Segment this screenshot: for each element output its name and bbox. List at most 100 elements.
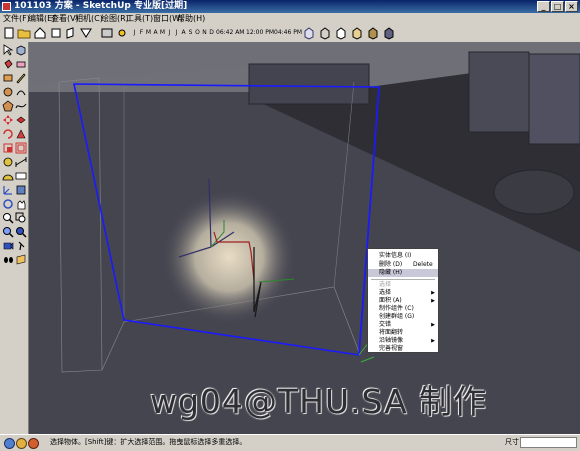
geo-location-icon[interactable] <box>4 438 15 449</box>
submenu-arrow-icon: ▶ <box>431 322 435 328</box>
sketchup-app-icon[interactable] <box>2 2 11 11</box>
month-apr[interactable]: A <box>152 27 159 39</box>
zoom-window-icon[interactable] <box>15 212 27 224</box>
menu-help[interactable]: 帮助(H) <box>177 13 205 24</box>
hidden-line-style-icon[interactable] <box>334 26 348 40</box>
component-icon[interactable] <box>15 44 27 56</box>
select-arrow-icon[interactable] <box>2 44 14 56</box>
context-menu[interactable]: 实体信息 (I) 删除 (D) Delete 隐藏 (H) 选择 选择 ▶ 面积 (… <box>367 248 439 353</box>
submenu-arrow-icon: ▶ <box>431 290 435 296</box>
menu-draw[interactable]: 绘图(R) <box>101 13 129 24</box>
right-view-icon[interactable] <box>64 26 78 40</box>
month-dec[interactable]: D <box>208 27 215 39</box>
month-jun[interactable]: J <box>166 27 173 39</box>
3d-text-icon[interactable] <box>15 184 27 196</box>
close-button[interactable]: × <box>565 1 578 12</box>
menu-select[interactable]: 选择 ▶ <box>368 289 438 297</box>
monochrome-style-icon[interactable] <box>382 26 396 40</box>
time-end: 04:46 PM <box>274 29 302 36</box>
month-nov[interactable]: N <box>201 27 208 39</box>
circle-icon[interactable] <box>2 86 14 98</box>
minimize-button[interactable]: _ <box>537 1 550 12</box>
menu-zoom-selection[interactable]: 完善视窗 <box>368 345 438 353</box>
text-icon[interactable] <box>15 170 27 182</box>
menu-entity-info[interactable]: 实体信息 (I) <box>368 252 438 260</box>
menu-delete[interactable]: 删除 (D) Delete <box>368 261 438 269</box>
credits-icon[interactable] <box>16 438 27 449</box>
tape-measure-icon[interactable] <box>2 156 14 168</box>
position-camera-icon[interactable] <box>2 240 14 252</box>
zoom-icon[interactable] <box>2 212 14 224</box>
help-icon[interactable] <box>28 438 39 449</box>
menu-make-component[interactable]: 制作组件 (C) <box>368 305 438 313</box>
round-building <box>493 169 575 215</box>
month-jan[interactable]: J <box>131 27 138 39</box>
menu-hide[interactable]: 隐藏 (H) <box>368 269 438 277</box>
previous-view-icon[interactable] <box>15 226 27 238</box>
push-pull-icon[interactable] <box>15 114 27 126</box>
menu-reverse-faces[interactable]: 将面翻转 <box>368 329 438 337</box>
time-start: 06:42 AM <box>216 29 245 36</box>
time-slider-midday[interactable]: 12:00 PM <box>246 27 274 39</box>
shadows-icon[interactable] <box>100 26 114 40</box>
move-icon[interactable] <box>2 114 14 126</box>
menu-bar: 文件(F) 编辑(E) 查看(V) 相机(C) 绘图(R) 工具(T) 窗口(W… <box>0 13 580 24</box>
offset-icon[interactable] <box>15 142 27 154</box>
wireframe-style-icon[interactable] <box>318 26 332 40</box>
axes-icon[interactable] <box>2 184 14 196</box>
freehand-icon[interactable] <box>15 100 27 112</box>
scale-icon[interactable] <box>2 142 14 154</box>
menu-make-group[interactable]: 创建群组 (G) <box>368 313 438 321</box>
front-view-icon[interactable] <box>49 26 63 40</box>
rectangle-icon[interactable] <box>2 72 14 84</box>
paint-bucket-icon[interactable] <box>2 58 14 70</box>
month-may[interactable]: M <box>159 27 166 39</box>
menu-file[interactable]: 文件(F) <box>3 13 30 24</box>
month-mar[interactable]: M <box>145 27 152 39</box>
month-jul[interactable]: J <box>173 27 180 39</box>
maximize-button[interactable]: □ <box>551 1 564 12</box>
new-file-icon[interactable] <box>2 26 16 40</box>
section-plane-icon[interactable] <box>15 254 27 266</box>
watermark-text: wg04@THU.SA 制作 <box>150 382 488 421</box>
textured-style-icon[interactable] <box>366 26 380 40</box>
polygon-icon[interactable] <box>2 100 14 112</box>
xray-style-icon[interactable] <box>302 26 316 40</box>
measurements-box[interactable] <box>520 437 577 448</box>
orbit-icon[interactable] <box>2 198 14 210</box>
light-glow <box>161 189 297 325</box>
back-view-icon[interactable] <box>79 26 93 40</box>
eraser-icon[interactable] <box>15 58 27 70</box>
submenu-arrow-icon: ▶ <box>431 338 435 344</box>
zoom-extents-icon[interactable] <box>2 226 14 238</box>
shaded-style-icon[interactable] <box>350 26 364 40</box>
window-controls: _ □ × <box>537 1 578 12</box>
menu-separator <box>371 279 435 280</box>
line-pencil-icon[interactable] <box>15 72 27 84</box>
measurements-label: 尺寸 <box>505 438 519 446</box>
protractor-icon[interactable] <box>2 170 14 182</box>
month-oct[interactable]: O <box>194 27 201 39</box>
menu-intersect[interactable]: 交错 ▶ <box>368 321 438 329</box>
menu-select-header: 选择 <box>379 281 392 288</box>
menu-tools[interactable]: 工具(T) <box>126 13 153 24</box>
menu-camera[interactable]: 相机(C) <box>75 13 103 24</box>
pan-hand-icon[interactable] <box>15 198 27 210</box>
dimension-icon[interactable] <box>15 156 27 168</box>
arc-icon[interactable] <box>15 86 27 98</box>
follow-me-icon[interactable] <box>15 128 27 140</box>
sun-settings-icon[interactable] <box>115 26 129 40</box>
menu-flip-along[interactable]: 沿轴镜像 ▶ <box>368 337 438 345</box>
month-aug[interactable]: A <box>180 27 187 39</box>
rotate-icon[interactable] <box>2 128 14 140</box>
look-around-icon[interactable] <box>2 254 14 266</box>
building-block <box>248 63 370 105</box>
month-sep[interactable]: S <box>187 27 194 39</box>
tool-palette <box>0 42 29 434</box>
open-folder-icon[interactable] <box>17 26 31 40</box>
walk-icon[interactable] <box>15 240 27 252</box>
home-icon[interactable] <box>33 26 47 40</box>
month-slider[interactable]: J F M A M J J A S O N D <box>131 27 215 39</box>
menu-area[interactable]: 面积 (A) ▶ <box>368 297 438 305</box>
month-feb[interactable]: F <box>138 27 145 39</box>
